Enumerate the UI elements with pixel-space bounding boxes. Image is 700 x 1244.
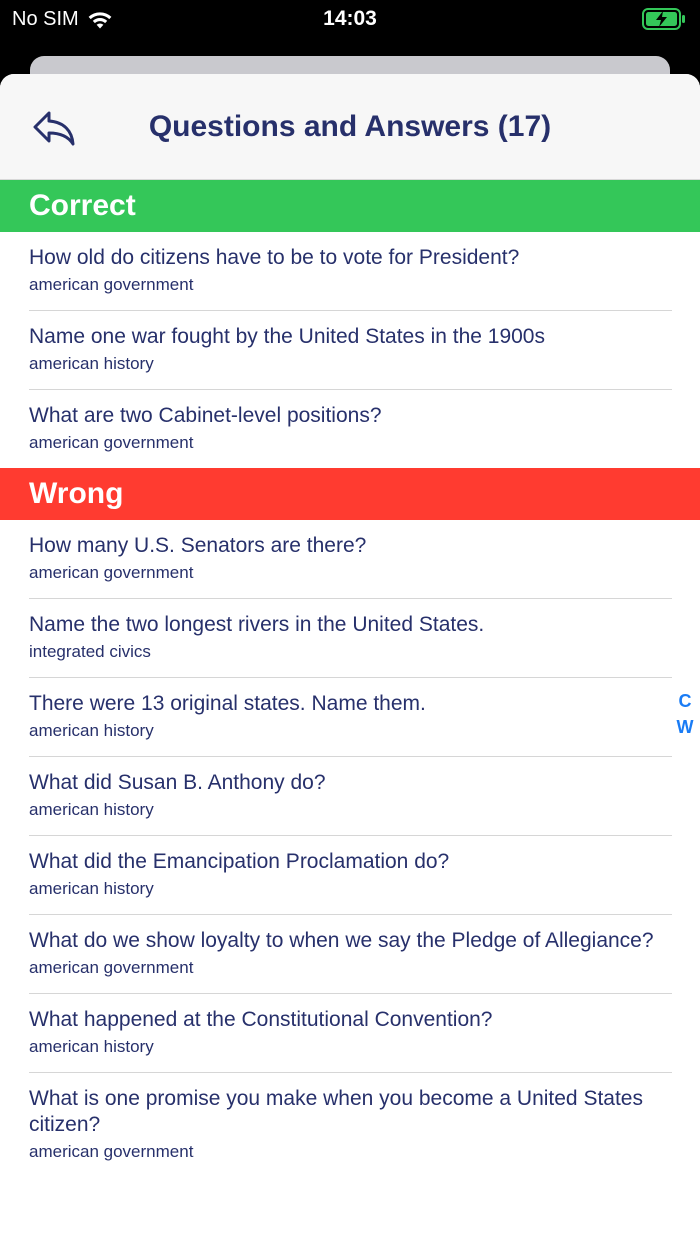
category-text: american history bbox=[29, 721, 154, 740]
list-item[interactable]: What are two Cabinet-level positions? am… bbox=[29, 390, 672, 468]
question-text: How old do citizens have to be to vote f… bbox=[29, 246, 520, 269]
list-item[interactable]: Name the two longest rivers in the Unite… bbox=[29, 599, 672, 678]
question-text: What do we show loyalty to when we say t… bbox=[29, 929, 654, 952]
wrong-list: How many U.S. Senators are there? americ… bbox=[0, 520, 700, 1177]
category-text: american history bbox=[29, 354, 154, 373]
index-item-w[interactable]: W bbox=[677, 714, 694, 740]
status-time: 14:03 bbox=[323, 7, 377, 30]
list-item[interactable]: What did Susan B. Anthony do? american h… bbox=[29, 757, 672, 836]
list-item[interactable]: There were 13 original states. Name them… bbox=[29, 678, 672, 757]
category-text: american government bbox=[29, 958, 194, 977]
navigation-bar: Questions and Answers (17) bbox=[0, 74, 700, 180]
page-title: Questions and Answers (17) bbox=[148, 110, 552, 143]
question-text: Name the two longest rivers in the Unite… bbox=[29, 613, 485, 636]
status-bar: No SIM 14:03 bbox=[0, 0, 700, 40]
index-item-c[interactable]: C bbox=[679, 688, 692, 714]
section-wrong: Wrong How many U.S. Senators are there? … bbox=[0, 468, 700, 1177]
list-item[interactable]: What is one promise you make when you be… bbox=[29, 1073, 672, 1177]
question-text: How many U.S. Senators are there? bbox=[29, 534, 367, 557]
category-text: american history bbox=[29, 1037, 154, 1056]
modal-sheet: Questions and Answers (17) Correct How o… bbox=[0, 74, 700, 1244]
list-item[interactable]: What do we show loyalty to when we say t… bbox=[29, 915, 672, 994]
correct-list: How old do citizens have to be to vote f… bbox=[0, 232, 700, 468]
question-text: There were 13 original states. Name them… bbox=[29, 692, 426, 715]
section-index-bar[interactable]: C W bbox=[677, 688, 694, 740]
section-header-wrong: Wrong bbox=[0, 468, 700, 520]
list-item[interactable]: How old do citizens have to be to vote f… bbox=[29, 232, 672, 311]
category-text: american government bbox=[29, 433, 194, 452]
battery-charging-icon bbox=[642, 8, 686, 35]
list-item[interactable]: What happened at the Constitutional Conv… bbox=[29, 994, 672, 1073]
category-text: american history bbox=[29, 879, 154, 898]
category-text: integrated civics bbox=[29, 642, 151, 661]
category-text: american government bbox=[29, 1142, 194, 1161]
list-item[interactable]: Name one war fought by the United States… bbox=[29, 311, 672, 390]
question-text: Name one war fought by the United States… bbox=[29, 325, 545, 348]
section-correct: Correct How old do citizens have to be t… bbox=[0, 180, 700, 468]
question-text: What is one promise you make when you be… bbox=[29, 1087, 643, 1136]
list-item[interactable]: How many U.S. Senators are there? americ… bbox=[29, 520, 672, 599]
question-text: What did Susan B. Anthony do? bbox=[29, 771, 326, 794]
category-text: american government bbox=[29, 275, 194, 294]
section-header-correct: Correct bbox=[0, 180, 700, 232]
category-text: american history bbox=[29, 800, 154, 819]
question-text: What are two Cabinet-level positions? bbox=[29, 404, 382, 427]
question-text: What did the Emancipation Proclamation d… bbox=[29, 850, 450, 873]
category-text: american government bbox=[29, 563, 194, 582]
question-text: What happened at the Constitutional Conv… bbox=[29, 1008, 493, 1031]
list-item[interactable]: What did the Emancipation Proclamation d… bbox=[29, 836, 672, 915]
